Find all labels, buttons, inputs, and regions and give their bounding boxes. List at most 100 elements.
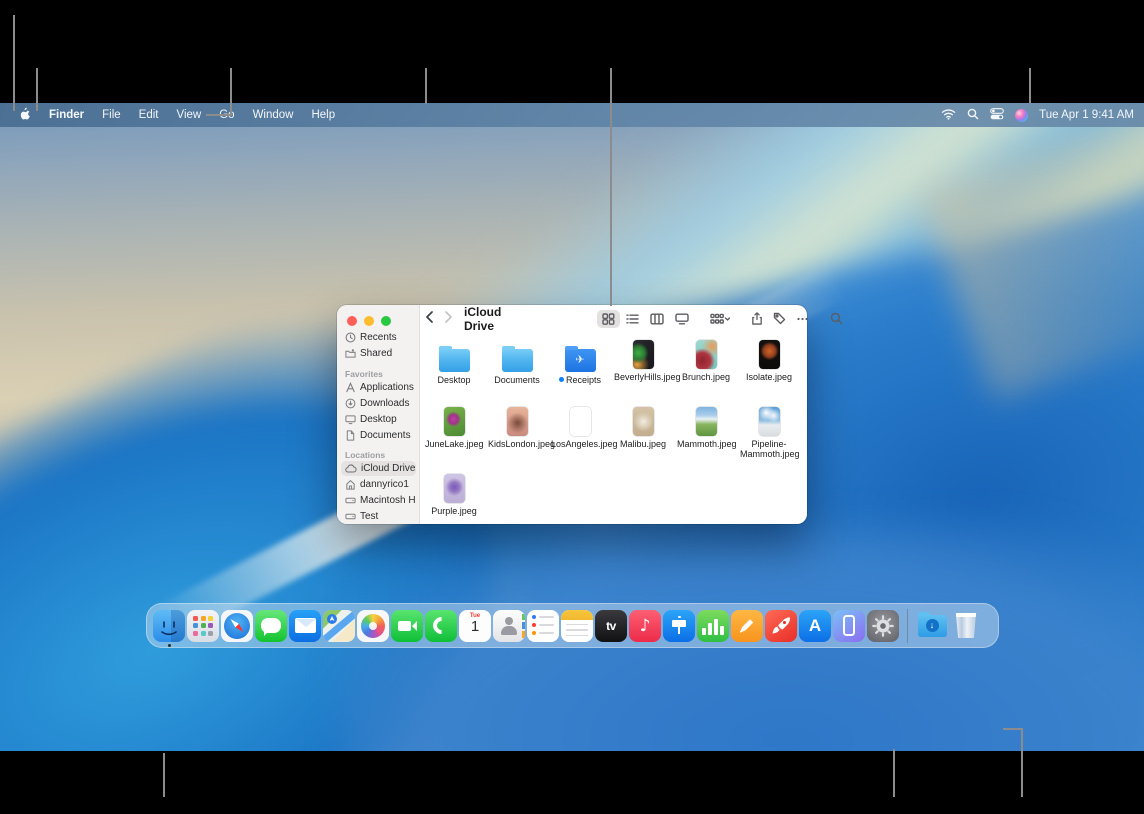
zoom-button[interactable] — [381, 316, 391, 326]
sidebar-item-recents[interactable]: Recents — [341, 330, 416, 345]
back-button[interactable] — [420, 311, 439, 326]
dock-item-finder[interactable] — [153, 610, 185, 642]
menu-window[interactable]: Window — [244, 109, 303, 121]
contacts-person-icon — [499, 616, 519, 636]
dock-item-pages[interactable] — [731, 610, 763, 642]
image-thumbnail — [759, 407, 780, 436]
dock-item-app-store[interactable]: A — [799, 610, 831, 642]
dock-item-phone[interactable] — [425, 610, 457, 642]
applications-icon — [345, 382, 356, 393]
menu-view[interactable]: View — [168, 109, 211, 121]
dock-item-contacts[interactable] — [493, 610, 525, 642]
dock-item-games[interactable] — [765, 610, 797, 642]
dock-item-downloads-folder[interactable]: ↓ — [916, 610, 948, 642]
hard-drive-icon — [345, 495, 356, 506]
close-button[interactable] — [347, 316, 357, 326]
sidebar-item-downloads[interactable]: Downloads — [341, 396, 416, 411]
dock-item-keynote[interactable] — [663, 610, 695, 642]
file-pipeline-mammoth[interactable]: Pipeline-Mammoth.jpeg — [740, 407, 798, 459]
file-malibu[interactable]: Malibu.jpeg — [614, 407, 672, 449]
view-list-button[interactable] — [621, 310, 644, 328]
sidebar-item-test[interactable]: Test — [341, 509, 416, 524]
sidebar-item-macintosh-hd[interactable]: Macintosh HD — [341, 493, 416, 508]
image-thumbnail — [633, 340, 654, 369]
app-store-icon: A — [809, 616, 821, 636]
dock-item-photos[interactable] — [357, 610, 389, 642]
dock-item-tv[interactable]: tv — [595, 610, 627, 642]
dock-item-safari[interactable] — [221, 610, 253, 642]
dock-item-numbers[interactable] — [697, 610, 729, 642]
sidebar-item-documents[interactable]: Documents — [341, 428, 416, 443]
messages-bubble-icon — [261, 618, 281, 633]
running-indicator — [168, 644, 171, 647]
view-gallery-button[interactable] — [670, 310, 694, 328]
dock-item-system-settings[interactable] — [867, 610, 899, 642]
menu-help[interactable]: Help — [302, 109, 344, 121]
share-button[interactable] — [746, 309, 768, 328]
dock-item-iphone-mirroring[interactable] — [833, 610, 865, 642]
apple-logo-icon — [18, 107, 31, 121]
forward-button[interactable] — [439, 311, 458, 326]
numbers-chart-icon — [702, 628, 706, 635]
dock-item-maps[interactable] — [323, 610, 355, 642]
menu-file[interactable]: File — [93, 109, 130, 121]
callout-line-trash-stub — [1003, 728, 1023, 730]
callout-line-finder-dock-icon — [163, 753, 165, 797]
annotated-desktop-screenshot: Finder File Edit View Go Window Help Tue… — [0, 0, 1144, 814]
dock-item-notes[interactable] — [561, 610, 593, 642]
dock-item-facetime[interactable] — [391, 610, 423, 642]
siri-icon[interactable] — [1015, 109, 1028, 122]
notes-icon — [561, 610, 593, 620]
dock-item-reminders[interactable] — [527, 610, 559, 642]
tags-button[interactable] — [768, 309, 791, 328]
clock-icon — [345, 332, 356, 343]
file-desktop-folder[interactable]: Desktop — [425, 343, 483, 385]
sidebar-item-shared[interactable]: Shared — [341, 346, 416, 361]
dock-item-launchpad[interactable] — [187, 610, 219, 642]
group-by-button[interactable] — [705, 310, 735, 328]
trash-icon — [955, 613, 977, 638]
dock-item-mail[interactable] — [289, 610, 321, 642]
minimize-button[interactable] — [364, 316, 374, 326]
view-icons-button[interactable] — [597, 310, 620, 328]
dock-separator — [907, 609, 908, 643]
menu-bar-clock[interactable]: Tue Apr 1 9:41 AM — [1039, 109, 1134, 121]
sidebar-item-dannyrico1[interactable]: dannyrico1 — [341, 477, 416, 492]
dock-item-messages[interactable] — [255, 610, 287, 642]
sidebar-item-applications[interactable]: Applications — [341, 380, 416, 395]
sidebar-item-icloud-drive[interactable]: iCloud Drive — [341, 461, 416, 476]
phone-handset-icon — [429, 613, 453, 637]
file-receipts-folder[interactable]: ✈ Receipts — [551, 343, 609, 385]
more-button[interactable] — [791, 310, 814, 328]
menu-finder[interactable]: Finder — [40, 109, 93, 121]
file-purple[interactable]: Purple.jpeg — [425, 474, 483, 516]
sidebar-item-desktop[interactable]: Desktop — [341, 412, 416, 427]
reminders-icon — [532, 615, 554, 619]
sidebar-section-locations: Locations — [345, 450, 385, 460]
spotlight-search-icon[interactable] — [967, 108, 979, 123]
search-button[interactable] — [825, 309, 848, 328]
wifi-icon[interactable] — [941, 108, 956, 123]
shared-folder-icon — [345, 348, 356, 359]
file-documents-folder[interactable]: Documents — [488, 343, 546, 385]
control-center-icon[interactable] — [990, 108, 1004, 123]
callout-line-system-settings — [893, 749, 895, 797]
dock-item-calendar[interactable]: Tue 1 — [459, 610, 491, 642]
file-brunch[interactable]: Brunch.jpeg — [677, 340, 735, 382]
menu-edit[interactable]: Edit — [130, 109, 168, 121]
file-mammoth[interactable]: Mammoth.jpeg — [677, 407, 735, 449]
file-kidslondon[interactable]: KidsLondon.jpeg — [488, 407, 546, 449]
dock-item-trash[interactable] — [950, 610, 982, 642]
file-isolate[interactable]: Isolate.jpeg — [740, 340, 798, 382]
dock-item-music[interactable]: ♪ — [629, 610, 661, 642]
view-columns-button[interactable] — [645, 310, 669, 328]
file-losangeles[interactable]: LosAngeles.jpeg — [551, 407, 609, 449]
folder-icon — [439, 349, 470, 372]
image-thumbnail — [444, 407, 465, 436]
icloud-sync-dot — [559, 377, 564, 382]
file-beverlyhills[interactable]: BeverlyHills.jpeg — [614, 340, 672, 382]
apple-tv-icon: tv — [606, 619, 616, 633]
file-junelake[interactable]: JuneLake.jpeg — [425, 407, 483, 449]
iphone-mirroring-icon — [843, 615, 855, 636]
gear-icon — [870, 613, 896, 639]
